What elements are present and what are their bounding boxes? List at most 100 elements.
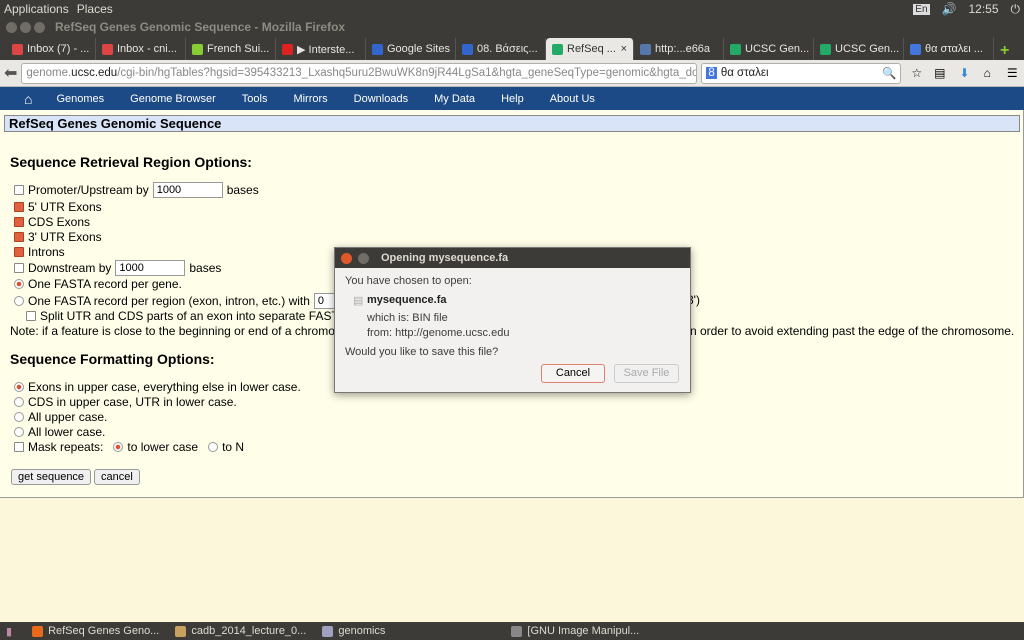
cancel-page-button[interactable]: cancel	[94, 469, 140, 485]
window-title: RefSeq Genes Genomic Sequence - Mozilla …	[55, 20, 346, 34]
browser-tab[interactable]: RefSeq ... ×	[546, 38, 634, 60]
file-source: from: http://genome.ucsc.edu	[367, 327, 510, 339]
region-options-title: Sequence Retrieval Region Options:	[10, 154, 252, 170]
mask-lower-radio[interactable]	[113, 442, 124, 452]
note-text: Note: if a feature is close to the begin…	[10, 324, 358, 338]
format-lower-radio[interactable]	[14, 427, 24, 437]
taskbar-item[interactable]: RefSeq Genes Geno...	[32, 625, 159, 637]
one-per-gene-label: One FASTA record per gene.	[28, 277, 182, 291]
mask-lower-label: to lower case	[127, 440, 199, 454]
promoter-checkbox[interactable]	[14, 185, 24, 195]
browser-tab[interactable]: http:...e66a	[634, 38, 724, 60]
tab-favicon-icon	[192, 43, 203, 55]
download-icon[interactable]: ⬇	[960, 66, 970, 80]
downstream-input[interactable]: 1000	[115, 260, 186, 276]
mask-repeats-checkbox[interactable]	[14, 442, 24, 452]
format-cds-radio[interactable]	[14, 397, 24, 407]
format-options-title: Sequence Formatting Options:	[10, 351, 215, 367]
split-label: Split UTR and CDS parts of an exon into …	[40, 309, 353, 323]
browser-tab[interactable]: 08. Βάσεις...	[456, 38, 546, 60]
browser-tab[interactable]: Inbox (7) - ...	[6, 38, 96, 60]
navigation-bar: ⬅ genome. ucsc.edu/cgi-bin/hgTables?hgsid…	[0, 60, 1024, 87]
promoter-input[interactable]: 1000	[152, 182, 223, 198]
get-sequence-button[interactable]: get sequence	[11, 469, 92, 485]
applications-menu[interactable]: Applications	[4, 2, 69, 16]
back-button[interactable]: ⬅	[4, 63, 17, 83]
menu-item[interactable]: Genomes	[56, 93, 104, 105]
file-name: mysequence.fa	[367, 294, 447, 306]
menu-item[interactable]: About Us	[550, 93, 595, 105]
dialog-cancel-button[interactable]: Cancel	[541, 364, 605, 383]
utr5-label: 5' UTR Exons	[28, 200, 102, 214]
search-input[interactable]: 8 θα σταλει 🔍	[701, 62, 902, 84]
file-type: which is: BIN file	[367, 312, 448, 324]
new-tab-button[interactable]: +	[1000, 42, 1009, 60]
menu-item[interactable]: My Data	[434, 93, 475, 105]
one-per-region-radio[interactable]	[14, 296, 24, 306]
format-exons-radio[interactable]	[14, 382, 24, 392]
promoter-label: Promoter/Upstream by	[28, 183, 149, 197]
browser-tab[interactable]: θα σταλει ...	[904, 38, 994, 60]
menu-item[interactable]: Mirrors	[293, 93, 327, 105]
lang-indicator[interactable]: En	[913, 3, 930, 15]
browser-tab[interactable]: ▶ Interste...	[276, 38, 366, 60]
tab-label: Google Sites	[387, 43, 450, 55]
menu-item[interactable]: Downloads	[354, 93, 408, 105]
browser-tab[interactable]: French Sui...	[186, 38, 276, 60]
home-icon[interactable]: ⌂	[984, 66, 991, 80]
app-icon	[511, 625, 523, 637]
tab-favicon-icon	[730, 43, 741, 55]
dialog-close-button[interactable]	[341, 252, 352, 264]
browser-tab[interactable]: UCSC Gen...	[814, 38, 904, 60]
volume-icon[interactable]: 🔊	[942, 2, 957, 16]
clock[interactable]: 12:55	[968, 2, 998, 16]
introns-checkbox[interactable]	[14, 247, 24, 257]
google-icon: 8	[706, 67, 717, 79]
menu-icon[interactable]: ☰	[1007, 66, 1018, 80]
format-upper-radio[interactable]	[14, 412, 24, 422]
dialog-minimize-button[interactable]	[358, 252, 369, 264]
one-per-gene-radio[interactable]	[14, 279, 24, 289]
format-exons-label: Exons in upper case, everything else in …	[28, 380, 301, 394]
menu-item[interactable]: Tools	[242, 93, 268, 105]
menu-item[interactable]: Genome Browser	[130, 93, 216, 105]
tab-label: RefSeq ...	[567, 43, 616, 55]
mask-repeats-label: Mask repeats:	[28, 440, 104, 454]
taskbar-item[interactable]: [GNU Image Manipul...	[511, 625, 639, 637]
power-icon[interactable]: ⏻	[1011, 2, 1021, 17]
introns-label: Introns	[28, 245, 65, 259]
dialog-title: Opening mysequence.fa	[381, 252, 509, 264]
cds-checkbox[interactable]	[14, 217, 24, 227]
mask-n-label: to N	[222, 440, 245, 454]
bookmark-star-icon[interactable]: ☆	[911, 66, 922, 80]
maximize-button[interactable]	[34, 21, 45, 33]
utr3-checkbox[interactable]	[14, 232, 24, 242]
downstream-checkbox[interactable]	[14, 263, 24, 273]
close-window-button[interactable]	[6, 21, 17, 33]
url-bar[interactable]: genome. ucsc.edu/cgi-bin/hgTables?hgsid=3…	[21, 62, 698, 84]
minimize-button[interactable]	[20, 21, 31, 33]
home-icon[interactable]: ⌂	[24, 91, 32, 107]
app-icon	[175, 625, 187, 637]
mask-n-radio[interactable]	[208, 442, 219, 452]
utr5-checkbox[interactable]	[14, 202, 24, 212]
save-question: Would you like to save this file?	[345, 346, 499, 358]
places-menu[interactable]: Places	[77, 2, 113, 16]
tab-label: ▶ Interste...	[297, 43, 355, 56]
browser-tab[interactable]: Google Sites	[366, 38, 456, 60]
close-tab-icon[interactable]: ×	[621, 43, 627, 55]
menu-item[interactable]: Help	[501, 93, 524, 105]
taskbar-item[interactable]: cadb_2014_lecture_0...	[175, 625, 306, 637]
browser-tab[interactable]: UCSC Gen...	[724, 38, 814, 60]
tab-label: http:...e66a	[655, 43, 711, 55]
reading-list-icon[interactable]: ▤	[934, 66, 945, 80]
search-icon[interactable]: 🔍	[882, 66, 896, 80]
split-checkbox[interactable]	[26, 311, 36, 321]
save-file-button[interactable]: Save File	[614, 364, 679, 383]
chosen-text: You have chosen to open:	[345, 275, 472, 287]
browser-tab[interactable]: Inbox - cni...	[96, 38, 186, 60]
tab-label: Inbox - cni...	[117, 43, 177, 55]
show-desktop-icon[interactable]: ▮	[6, 625, 12, 638]
taskbar-item[interactable]: genomics	[322, 625, 385, 637]
tab-label: UCSC Gen...	[745, 43, 810, 55]
